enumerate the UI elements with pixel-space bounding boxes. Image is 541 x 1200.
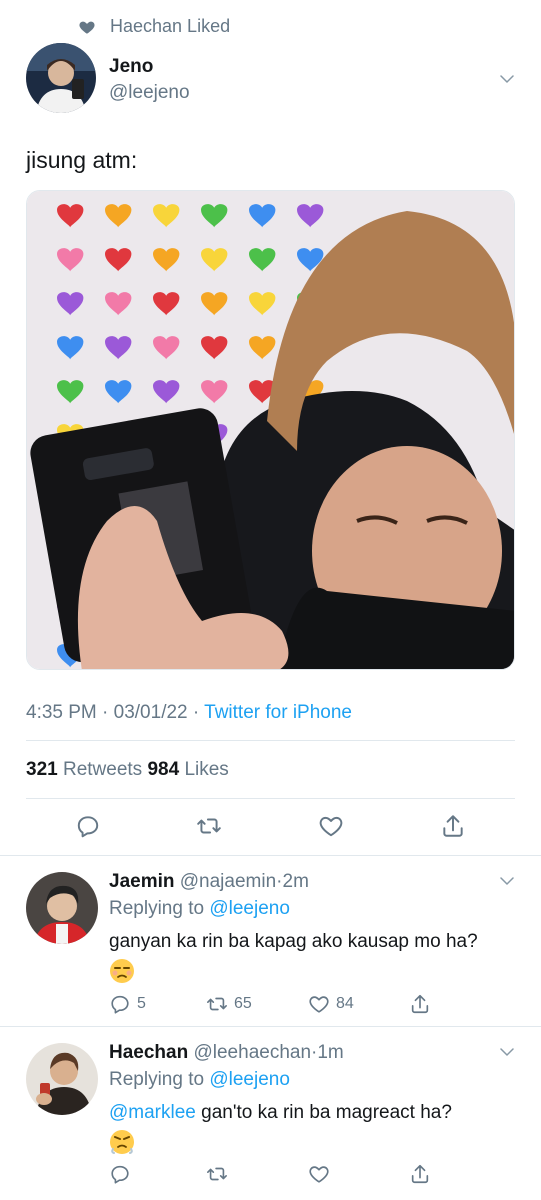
mention-link[interactable]: @marklee — [109, 1102, 196, 1123]
reply-author-name[interactable]: Jaemin — [109, 871, 174, 892]
divider — [26, 798, 515, 799]
replying-to-link[interactable]: @leejeno — [209, 898, 290, 919]
like-button[interactable]: 84 — [308, 993, 354, 1015]
reply-author-handle[interactable]: @leehaechan — [193, 1042, 311, 1063]
replying-to: Replying to @leejeno — [109, 1069, 290, 1091]
avatar[interactable] — [26, 43, 96, 113]
author-name[interactable]: Jeno — [109, 56, 153, 78]
reply-author-handle[interactable]: @najaemin — [180, 871, 276, 892]
retweet-button[interactable] — [196, 813, 222, 839]
heart-icon — [79, 21, 95, 34]
reply-text: @marklee gan'to ka rin ba magreact ha? — [109, 1102, 452, 1124]
like-button[interactable] — [308, 1163, 336, 1185]
reply-header: Haechan @leehaechan·1m — [109, 1042, 344, 1064]
reply-button[interactable]: 5 — [109, 993, 146, 1015]
reply-text-body: gan'to ka rin ba magreact ha? — [195, 1102, 452, 1123]
retweets-label[interactable]: Retweets — [63, 759, 142, 780]
avatar[interactable] — [26, 872, 98, 944]
retweet-icon — [197, 818, 221, 834]
retweets-count[interactable]: 321 — [26, 759, 58, 780]
replying-label: Replying to — [109, 1069, 205, 1090]
reply-tweet[interactable]: Jaemin @najaemin·2m Replying to @leejeno… — [0, 856, 541, 1026]
replying-to-link[interactable]: @leejeno — [209, 1069, 290, 1090]
author-handle[interactable]: @leejeno — [109, 82, 190, 104]
like-icon — [309, 996, 329, 1013]
reply-text: ganyan ka rin ba kapag ako kausap mo ha? — [109, 931, 478, 952]
source-link[interactable]: Twitter for iPhone — [204, 702, 352, 723]
share-button[interactable] — [409, 993, 437, 1015]
likes-count[interactable]: 984 — [147, 759, 179, 780]
reply-icon — [111, 995, 129, 1014]
likes-label[interactable]: Likes — [184, 759, 228, 780]
like-count: 84 — [336, 995, 354, 1012]
retweet-icon — [207, 1167, 227, 1181]
retweet-button[interactable] — [206, 1163, 234, 1185]
reply-time[interactable]: 1m — [317, 1042, 343, 1063]
retweet-icon — [207, 997, 227, 1011]
timestamp-text: 4:35 PM · 03/01/22 · — [26, 702, 205, 723]
replying-label: Replying to — [109, 898, 205, 919]
social-context-text: Haechan Liked — [110, 16, 231, 36]
like-icon — [319, 816, 343, 837]
reply-author-name[interactable]: Haechan — [109, 1042, 188, 1063]
tweet-media[interactable] — [26, 190, 515, 670]
reply-header: Jaemin @najaemin·2m — [109, 871, 309, 893]
reply-icon — [77, 816, 99, 838]
reply-count: 5 — [137, 995, 146, 1012]
avatar[interactable] — [26, 1043, 98, 1115]
tweet-timestamp: 4:35 PM · 03/01/22 · Twitter for iPhone — [26, 702, 352, 724]
divider — [26, 740, 515, 741]
retweet-count: 65 — [234, 995, 252, 1012]
share-icon — [411, 1164, 429, 1184]
reply-button[interactable] — [75, 813, 101, 839]
reply-tweet[interactable]: Haechan @leehaechan·1m Replying to @leej… — [0, 1027, 541, 1200]
tweet-text: jisung atm: — [26, 147, 138, 173]
social-context: Haechan Liked — [78, 16, 230, 37]
reply-icon — [111, 1165, 129, 1184]
chevron-down-icon[interactable] — [498, 1043, 516, 1061]
huffing-face-icon — [110, 1130, 134, 1154]
replying-to: Replying to @leejeno — [109, 898, 290, 920]
share-icon — [411, 994, 429, 1014]
tweet-stats: 321 Retweets 984 Likes — [26, 759, 229, 781]
like-button[interactable] — [318, 813, 344, 839]
share-button[interactable] — [440, 813, 466, 839]
reply-time[interactable]: 2m — [283, 871, 309, 892]
reply-button[interactable] — [109, 1163, 137, 1185]
share-button[interactable] — [409, 1163, 437, 1185]
retweet-button[interactable]: 65 — [206, 993, 252, 1015]
chevron-down-icon[interactable] — [498, 872, 516, 890]
share-icon — [443, 815, 463, 837]
like-icon — [309, 1166, 329, 1183]
chevron-down-icon[interactable] — [498, 70, 516, 88]
unamused-face-icon — [110, 959, 134, 983]
